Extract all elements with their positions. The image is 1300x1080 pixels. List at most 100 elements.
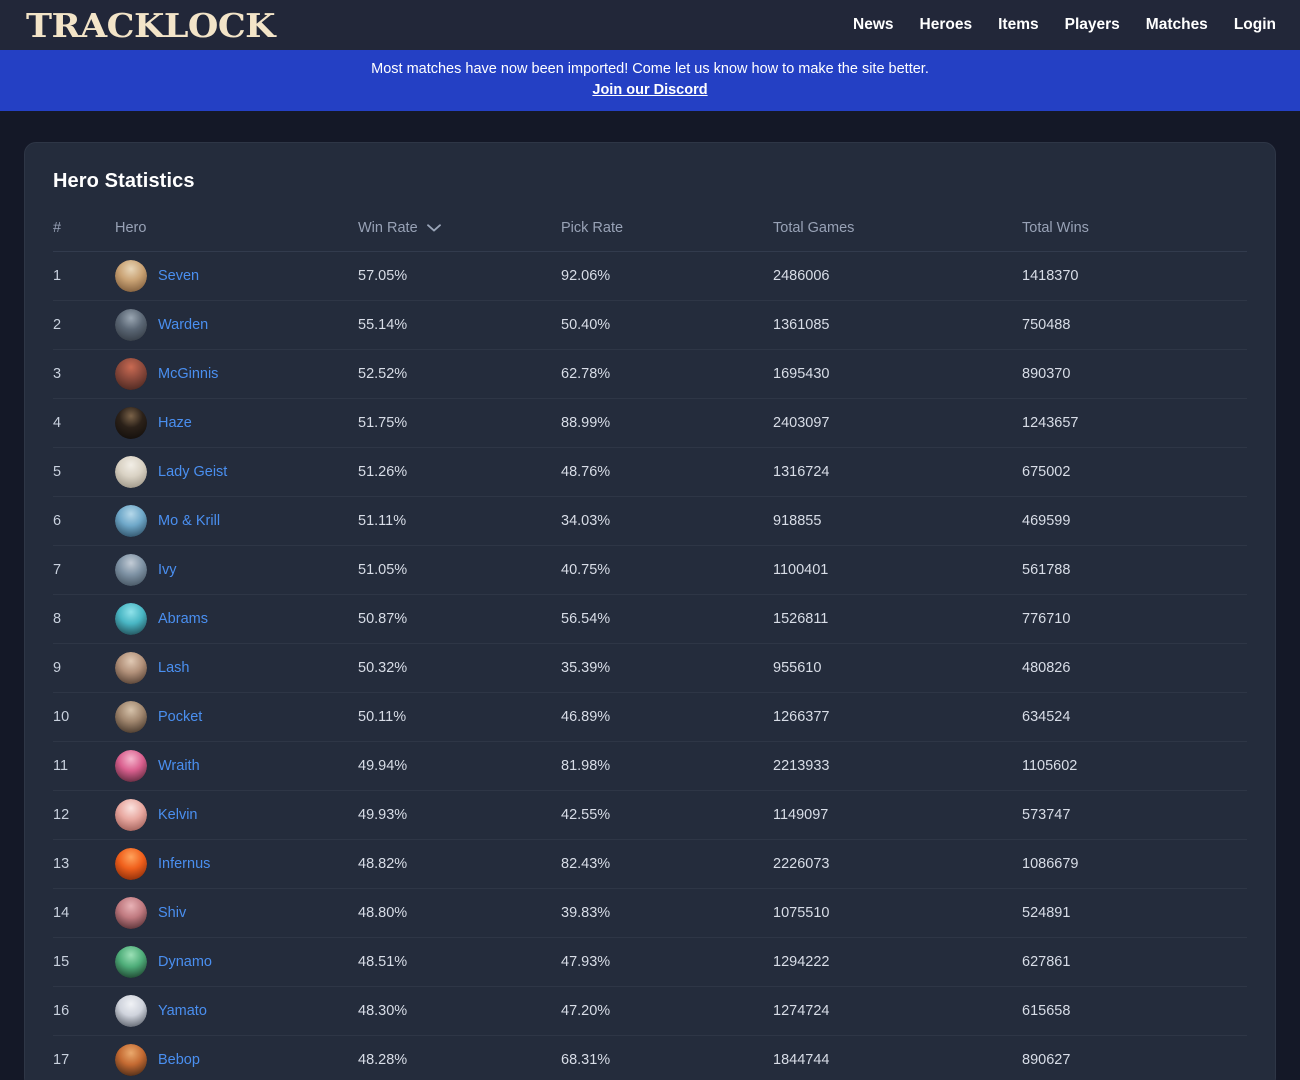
table-row[interactable]: 13 Infernus 48.82% 82.43% 2226073 1086679 <box>53 839 1247 889</box>
cell-pick-rate: 47.20% <box>561 986 773 1036</box>
cell-hero: Dynamo <box>115 937 358 987</box>
cell-pick-rate: 62.78% <box>561 349 773 399</box>
cell-hero: Abrams <box>115 594 358 644</box>
avatar <box>115 652 147 684</box>
cell-rank: 13 <box>53 839 115 889</box>
table-row[interactable]: 14 Shiv 48.80% 39.83% 1075510 524891 <box>53 888 1247 938</box>
table-row[interactable]: 7 Ivy 51.05% 40.75% 1100401 561788 <box>53 545 1247 595</box>
cell-rank: 6 <box>53 496 115 546</box>
hero-name-link[interactable]: Wraith <box>158 758 200 774</box>
cell-pick-rate: 48.76% <box>561 447 773 497</box>
cell-pick-rate: 92.06% <box>561 251 773 301</box>
cell-pick-rate: 47.93% <box>561 937 773 987</box>
nav-link-login[interactable]: Login <box>1234 16 1276 34</box>
hero-name-link[interactable]: Bebop <box>158 1052 200 1068</box>
cell-rank: 16 <box>53 986 115 1036</box>
avatar <box>115 260 147 292</box>
cell-hero: Bebop <box>115 1035 358 1080</box>
site-logo[interactable]: TRACKLOCK <box>26 9 276 42</box>
cell-pick-rate: 46.89% <box>561 692 773 742</box>
cell-hero: Warden <box>115 300 358 350</box>
join-discord-link[interactable]: Join our Discord <box>592 80 707 100</box>
cell-total-games: 2403097 <box>773 398 1022 448</box>
table-row[interactable]: 11 Wraith 49.94% 81.98% 2213933 1105602 <box>53 741 1247 791</box>
hero-name-link[interactable]: Infernus <box>158 856 210 872</box>
nav-link-news[interactable]: News <box>853 16 894 34</box>
rank-value: 3 <box>53 366 62 382</box>
table-row[interactable]: 5 Lady Geist 51.26% 48.76% 1316724 675002 <box>53 447 1247 497</box>
table-row[interactable]: 8 Abrams 50.87% 56.54% 1526811 776710 <box>53 594 1247 644</box>
table-row[interactable]: 4 Haze 51.75% 88.99% 2403097 1243657 <box>53 398 1247 448</box>
cell-pick-rate: 50.40% <box>561 300 773 350</box>
table-row[interactable]: 1 Seven 57.05% 92.06% 2486006 1418370 <box>53 251 1247 301</box>
hero-statistics-table: # Hero Win Rate Pick Rate Total Games To… <box>53 220 1247 1080</box>
hero-name-link[interactable]: Seven <box>158 268 199 284</box>
hero-name-link[interactable]: Shiv <box>158 905 186 921</box>
cell-hero: Shiv <box>115 888 358 938</box>
nav-link-heroes[interactable]: Heroes <box>920 16 973 34</box>
cell-pick-rate: 56.54% <box>561 594 773 644</box>
hero-name-link[interactable]: Warden <box>158 317 208 333</box>
cell-rank: 12 <box>53 790 115 840</box>
hero-name-link[interactable]: Kelvin <box>158 807 198 823</box>
table-row[interactable]: 12 Kelvin 49.93% 42.55% 1149097 573747 <box>53 790 1247 840</box>
rank-value: 4 <box>53 415 62 431</box>
table-row[interactable]: 9 Lash 50.32% 35.39% 955610 480826 <box>53 643 1247 693</box>
cell-pick-rate: 42.55% <box>561 790 773 840</box>
cell-total-wins: 1086679 <box>1022 839 1247 889</box>
cell-hero: Seven <box>115 251 358 301</box>
hero-name-link[interactable]: Yamato <box>158 1003 207 1019</box>
cell-total-wins: 627861 <box>1022 937 1247 987</box>
hero-name-link[interactable]: Ivy <box>158 562 177 578</box>
column-header-total-wins[interactable]: Total Wins <box>1022 220 1247 252</box>
rank-value: 1 <box>53 268 62 284</box>
hero-name-link[interactable]: Lady Geist <box>158 464 227 480</box>
cell-total-games: 2226073 <box>773 839 1022 889</box>
cell-rank: 11 <box>53 741 115 791</box>
rank-value: 14 <box>53 905 70 921</box>
hero-name-link[interactable]: Pocket <box>158 709 202 725</box>
cell-hero: Infernus <box>115 839 358 889</box>
nav-link-matches[interactable]: Matches <box>1146 16 1208 34</box>
cell-rank: 9 <box>53 643 115 693</box>
table-row[interactable]: 3 McGinnis 52.52% 62.78% 1695430 890370 <box>53 349 1247 399</box>
nav-link-items[interactable]: Items <box>998 16 1039 34</box>
cell-win-rate: 51.75% <box>358 398 561 448</box>
hero-name-link[interactable]: Dynamo <box>158 954 212 970</box>
cell-total-games: 1361085 <box>773 300 1022 350</box>
table-row[interactable]: 15 Dynamo 48.51% 47.93% 1294222 627861 <box>53 937 1247 987</box>
cell-total-games: 2486006 <box>773 251 1022 301</box>
table-row[interactable]: 17 Bebop 48.28% 68.31% 1844744 890627 <box>53 1035 1247 1080</box>
avatar <box>115 505 147 537</box>
hero-name-link[interactable]: Mo & Krill <box>158 513 220 529</box>
rank-value: 16 <box>53 1003 70 1019</box>
cell-total-wins: 750488 <box>1022 300 1247 350</box>
cell-pick-rate: 68.31% <box>561 1035 773 1080</box>
table-row[interactable]: 10 Pocket 50.11% 46.89% 1266377 634524 <box>53 692 1247 742</box>
cell-pick-rate: 35.39% <box>561 643 773 693</box>
cell-pick-rate: 34.03% <box>561 496 773 546</box>
chevron-down-icon[interactable] <box>426 224 441 232</box>
table-row[interactable]: 16 Yamato 48.30% 47.20% 1274724 615658 <box>53 986 1247 1036</box>
column-header-win-rate[interactable]: Win Rate <box>358 220 561 252</box>
column-header-total-games[interactable]: Total Games <box>773 220 1022 252</box>
cell-total-wins: 1105602 <box>1022 741 1247 791</box>
hero-name-link[interactable]: Lash <box>158 660 189 676</box>
cell-total-wins: 1418370 <box>1022 251 1247 301</box>
hero-name-link[interactable]: Abrams <box>158 611 208 627</box>
cell-hero: Ivy <box>115 545 358 595</box>
rank-value: 15 <box>53 954 70 970</box>
cell-win-rate: 57.05% <box>358 251 561 301</box>
rank-value: 17 <box>53 1052 70 1068</box>
cell-total-wins: 675002 <box>1022 447 1247 497</box>
column-header-pick-rate[interactable]: Pick Rate <box>561 220 773 252</box>
hero-name-link[interactable]: McGinnis <box>158 366 218 382</box>
cell-hero: Wraith <box>115 741 358 791</box>
nav-link-players[interactable]: Players <box>1065 16 1120 34</box>
cell-total-wins: 561788 <box>1022 545 1247 595</box>
hero-name-link[interactable]: Haze <box>158 415 192 431</box>
column-label-hero: Hero <box>115 220 147 236</box>
table-row[interactable]: 6 Mo & Krill 51.11% 34.03% 918855 469599 <box>53 496 1247 546</box>
announcement-banner: Most matches have now been imported! Com… <box>0 50 1300 111</box>
table-row[interactable]: 2 Warden 55.14% 50.40% 1361085 750488 <box>53 300 1247 350</box>
